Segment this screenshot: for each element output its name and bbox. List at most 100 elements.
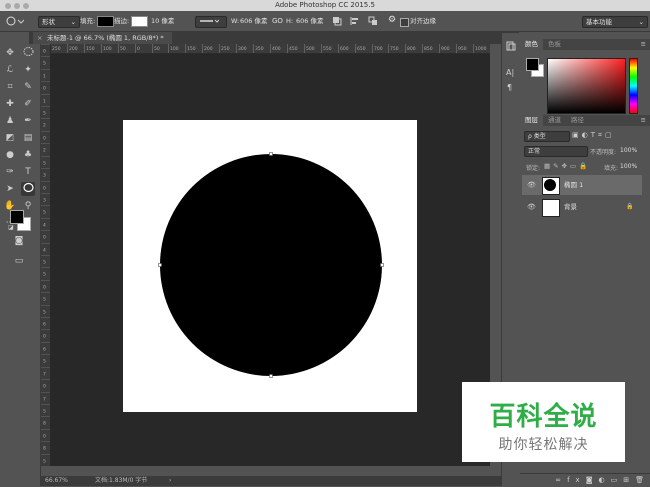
- type-tool-icon[interactable]: T: [21, 165, 35, 179]
- character-panel-icon[interactable]: A|: [506, 68, 514, 77]
- zoom-level[interactable]: 66.67%: [45, 476, 68, 486]
- crop-tool-icon[interactable]: ⌗: [3, 80, 17, 94]
- layer-name[interactable]: 椭圆 1: [564, 175, 583, 195]
- fill-opacity-field[interactable]: 100%: [620, 163, 637, 170]
- anchor-point-top[interactable]: [269, 152, 273, 156]
- color-picker-field[interactable]: [547, 58, 626, 114]
- lasso-tool-icon[interactable]: ℒ: [3, 63, 17, 77]
- document-tab[interactable]: × 未标题-1 @ 66.7% (椭圆 1, RGB/8*) *: [33, 32, 172, 44]
- magic-wand-tool-icon[interactable]: ✦: [21, 63, 35, 77]
- layer-name[interactable]: 背景: [564, 197, 577, 217]
- color-panel-foreground[interactable]: [526, 58, 539, 71]
- layer-row[interactable]: 👁 椭圆 1: [522, 175, 642, 195]
- tab-layers[interactable]: 图层: [520, 115, 543, 126]
- adjustment-layer-icon[interactable]: ◐: [599, 476, 611, 484]
- clone-stamp-tool-icon[interactable]: ♟: [3, 114, 17, 128]
- new-layer-icon[interactable]: ⊞: [623, 476, 635, 484]
- new-group-icon[interactable]: ▭: [611, 476, 624, 484]
- minimize-dot[interactable]: [14, 3, 20, 9]
- anchor-point-right[interactable]: [380, 263, 384, 267]
- dodge-tool-icon[interactable]: ♣: [21, 148, 35, 162]
- ruler-tick-label: 0: [43, 334, 46, 340]
- lock-icons[interactable]: ▦✎✥▭🔒: [544, 162, 590, 170]
- layer-filter-select[interactable]: ρ 类型: [524, 131, 570, 142]
- stroke-swatch[interactable]: [131, 16, 148, 27]
- healing-brush-tool-icon[interactable]: ✚: [3, 97, 17, 111]
- watermark-logo: 百科全说 助你轻松解决: [462, 382, 625, 462]
- layer-filter-icons[interactable]: ▣◐T⌗▢: [572, 131, 615, 140]
- align-edges-checkbox[interactable]: [400, 18, 409, 27]
- ruler-tick-label: 300: [238, 46, 247, 52]
- gear-icon[interactable]: ⚙: [388, 15, 396, 25]
- paragraph-panel-icon[interactable]: ¶: [507, 83, 512, 92]
- add-mask-icon[interactable]: ◙: [586, 476, 599, 484]
- ruler-tick-label: 6: [43, 347, 46, 353]
- ellipse-tool-icon[interactable]: [21, 182, 35, 196]
- eraser-tool-icon[interactable]: ◩: [3, 131, 17, 145]
- path-selection-tool-icon[interactable]: ➤: [3, 182, 17, 196]
- link-icon[interactable]: GO: [272, 16, 283, 26]
- ruler-tick-label: 800: [407, 46, 416, 52]
- tab-paths[interactable]: 路径: [566, 115, 589, 126]
- marquee-tool-icon[interactable]: [21, 46, 35, 60]
- fx-icon[interactable]: fx: [567, 476, 586, 484]
- tab-color[interactable]: 颜色: [520, 39, 543, 50]
- ruler-tick-label: 5: [43, 161, 46, 167]
- tab-channels[interactable]: 通道: [543, 115, 566, 126]
- trash-icon[interactable]: 🗑: [635, 476, 650, 484]
- eyedropper-tool-icon[interactable]: ✎: [21, 80, 35, 94]
- line-style-icon: [200, 19, 220, 23]
- blend-mode-select[interactable]: 正常: [524, 146, 588, 157]
- ruler-tick-label: 200: [204, 46, 213, 52]
- opacity-field[interactable]: 100%: [620, 147, 637, 154]
- anchor-point-bottom[interactable]: [269, 374, 273, 378]
- screen-mode-icon[interactable]: ▭: [12, 254, 26, 268]
- fill-swatch[interactable]: [97, 16, 114, 27]
- ruler-tick-label: 450: [289, 46, 298, 52]
- mode-select[interactable]: 形状 ⌄: [38, 16, 80, 28]
- hue-slider[interactable]: [629, 58, 638, 114]
- brush-tool-icon[interactable]: ✐: [21, 97, 35, 111]
- foreground-color-swatch[interactable]: [10, 210, 24, 224]
- ruler-tick-label: 200: [69, 46, 78, 52]
- blur-tool-icon[interactable]: ●: [3, 148, 17, 162]
- watermark-title: 百科全说: [489, 402, 598, 432]
- workspace-select[interactable]: 基本功能 ⌄: [582, 16, 648, 28]
- close-tab-icon[interactable]: ×: [37, 32, 42, 44]
- document-canvas[interactable]: [123, 120, 417, 412]
- zoom-dot[interactable]: [23, 3, 29, 9]
- canvas-area[interactable]: [50, 54, 490, 466]
- quick-mask-icon[interactable]: ◙: [12, 234, 26, 248]
- eye-icon[interactable]: 👁: [527, 197, 536, 217]
- tab-swatches[interactable]: 色板: [543, 39, 566, 50]
- horizontal-ruler: 250 200 150 100 50 0 50 100 150 200 250 300 350 400 45…: [50, 44, 490, 54]
- path-operations-icon[interactable]: [332, 16, 342, 26]
- close-dot[interactable]: [5, 3, 11, 9]
- history-panel-icon[interactable]: [506, 41, 516, 53]
- w-field[interactable]: 606 像素: [240, 16, 267, 26]
- layer-row[interactable]: 👁 背景 🔒: [522, 197, 642, 217]
- panel-menu-icon[interactable]: ≡: [641, 115, 646, 126]
- status-menu-arrow-icon[interactable]: ›: [169, 476, 171, 486]
- ruler-tick-label: 950: [458, 46, 467, 52]
- panel-menu-icon[interactable]: ≡: [641, 39, 646, 50]
- pen-tool-icon[interactable]: ✑: [3, 165, 17, 179]
- stroke-width-field[interactable]: 10 像素: [151, 16, 174, 26]
- anchor-point-left[interactable]: [158, 263, 162, 267]
- gradient-tool-icon[interactable]: ▤: [21, 131, 35, 145]
- path-alignment-icon[interactable]: [350, 16, 360, 26]
- history-brush-tool-icon[interactable]: ✒: [21, 114, 35, 128]
- ruler-tick-label: 1: [43, 74, 46, 80]
- ruler-tick-label: 900: [441, 46, 450, 52]
- color-panel-tabs: 颜色 色板 ≡: [520, 39, 650, 50]
- move-tool-icon[interactable]: ✥: [3, 46, 17, 60]
- default-colors-icon[interactable]: ◪: [8, 224, 14, 231]
- h-field[interactable]: 606 像素: [296, 16, 323, 26]
- link-layers-icon[interactable]: ∞: [555, 476, 567, 484]
- ellipse-tool-preset[interactable]: [6, 16, 25, 26]
- stroke-type-select[interactable]: [195, 16, 227, 28]
- ellipse-shape[interactable]: [160, 154, 382, 376]
- fill-opacity-label: 填充:: [604, 165, 619, 172]
- eye-icon[interactable]: 👁: [527, 175, 536, 195]
- path-arrangement-icon[interactable]: [368, 16, 378, 26]
